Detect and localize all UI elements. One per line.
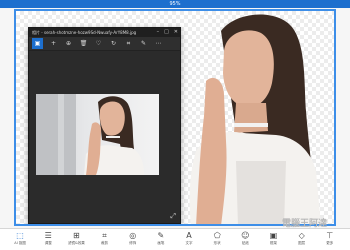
tool-adjust[interactable]: ☰ 调整	[37, 231, 59, 246]
crop-icon[interactable]: ⌗	[124, 39, 133, 48]
tool-shape[interactable]: ⬠ 形状	[206, 231, 228, 246]
text-icon: A	[186, 231, 192, 240]
sticker-icon: ☺	[241, 231, 250, 240]
editing-canvas[interactable]: 相片 - serah-shotmzne-hozw9Sd-Nwuafy-ArY8M…	[14, 9, 336, 226]
portrait-face	[223, 30, 274, 108]
tool-ai-select[interactable]: ⬚ AI 抠图	[9, 231, 31, 246]
tool-frame[interactable]: ▣ 框架	[262, 231, 284, 246]
maximize-button[interactable]: □	[164, 28, 169, 37]
ai-select-icon: ⬚	[16, 231, 24, 240]
more-tools-icon: ⊤	[326, 231, 334, 240]
tool-label: 贴纸	[241, 241, 249, 245]
tool-label: 滤镜&效果	[68, 241, 85, 245]
viewer-title-bar[interactable]: 相片 - serah-shotmzne-hozw9Sd-Nwuafy-ArY8M…	[29, 28, 180, 37]
delete-icon[interactable]: 🗑	[79, 39, 88, 48]
tool-label: 画笔	[157, 241, 165, 245]
viewer-photo-subject	[36, 94, 144, 175]
crop-icon: ⌗	[102, 231, 107, 240]
rotate-icon[interactable]: ↻	[109, 39, 118, 48]
expand-icon[interactable]: ⤢	[170, 212, 176, 220]
tool-retouch[interactable]: ◎ 修饰	[122, 231, 144, 246]
tool-label: 裁剪	[101, 241, 109, 245]
top-bar: 95%	[0, 0, 350, 8]
tool-label: 图层	[298, 241, 306, 245]
viewer-toolbar: ▣ + ⊕ 🗑 ♡ ↻ ⌗ ✎ ⋯	[29, 37, 180, 51]
retouch-icon: ◎	[129, 231, 137, 240]
tool-text[interactable]: A 文字	[178, 231, 200, 246]
edit-icon[interactable]: ✎	[139, 39, 148, 48]
add-icon[interactable]: +	[49, 39, 58, 48]
viewer-title: 相片 - serah-shotmzne-hozw9Sd-Nwuafy-ArY8M…	[32, 30, 137, 35]
tool-label: 更多	[326, 241, 334, 245]
photo-viewer-window[interactable]: 相片 - serah-shotmzne-hozw9Sd-Nwuafy-ArY8M…	[28, 27, 181, 224]
tool-label: 文字	[185, 241, 193, 245]
image-icon[interactable]: ▣	[32, 38, 43, 49]
tool-label: AI 抠图	[14, 241, 26, 245]
cutout-portrait[interactable]	[166, 11, 336, 226]
tool-label: 框架	[269, 241, 277, 245]
filter-icon: ⊞	[73, 231, 80, 240]
shape-icon: ⬠	[213, 231, 221, 240]
more-icon[interactable]: ⋯	[154, 39, 163, 48]
tool-more[interactable]: ⊤ 更多	[319, 231, 341, 246]
adjust-icon: ☰	[44, 231, 52, 240]
tool-layer[interactable]: ◇ 图层	[291, 231, 313, 246]
layer-icon: ◇	[298, 231, 305, 240]
tool-label: 形状	[213, 241, 221, 245]
tool-label: 修饰	[129, 241, 137, 245]
heart-icon[interactable]: ♡	[94, 39, 103, 48]
tool-label: 调整	[44, 241, 52, 245]
tool-sticker[interactable]: ☺ 贴纸	[234, 231, 256, 246]
draw-icon: ✎	[157, 231, 165, 240]
frame-icon: ▣	[269, 231, 278, 240]
tool-crop[interactable]: ⌗ 裁剪	[94, 231, 116, 246]
tool-filter[interactable]: ⊞ 滤镜&效果	[65, 231, 87, 246]
minimize-button[interactable]: –	[157, 28, 160, 37]
tool-draw[interactable]: ✎ 画笔	[150, 231, 172, 246]
bottom-toolbar: ⬚ AI 抠图 ☰ 调整 ⊞ 滤镜&效果 ⌗ 裁剪 ◎ 修饰 ✎ 画笔 A 文字…	[0, 228, 350, 250]
zoom-level[interactable]: 95%	[160, 0, 190, 8]
viewer-photo	[36, 94, 159, 175]
zoom-in-icon[interactable]: ⊕	[64, 39, 73, 48]
close-button[interactable]: ✕	[174, 28, 178, 37]
